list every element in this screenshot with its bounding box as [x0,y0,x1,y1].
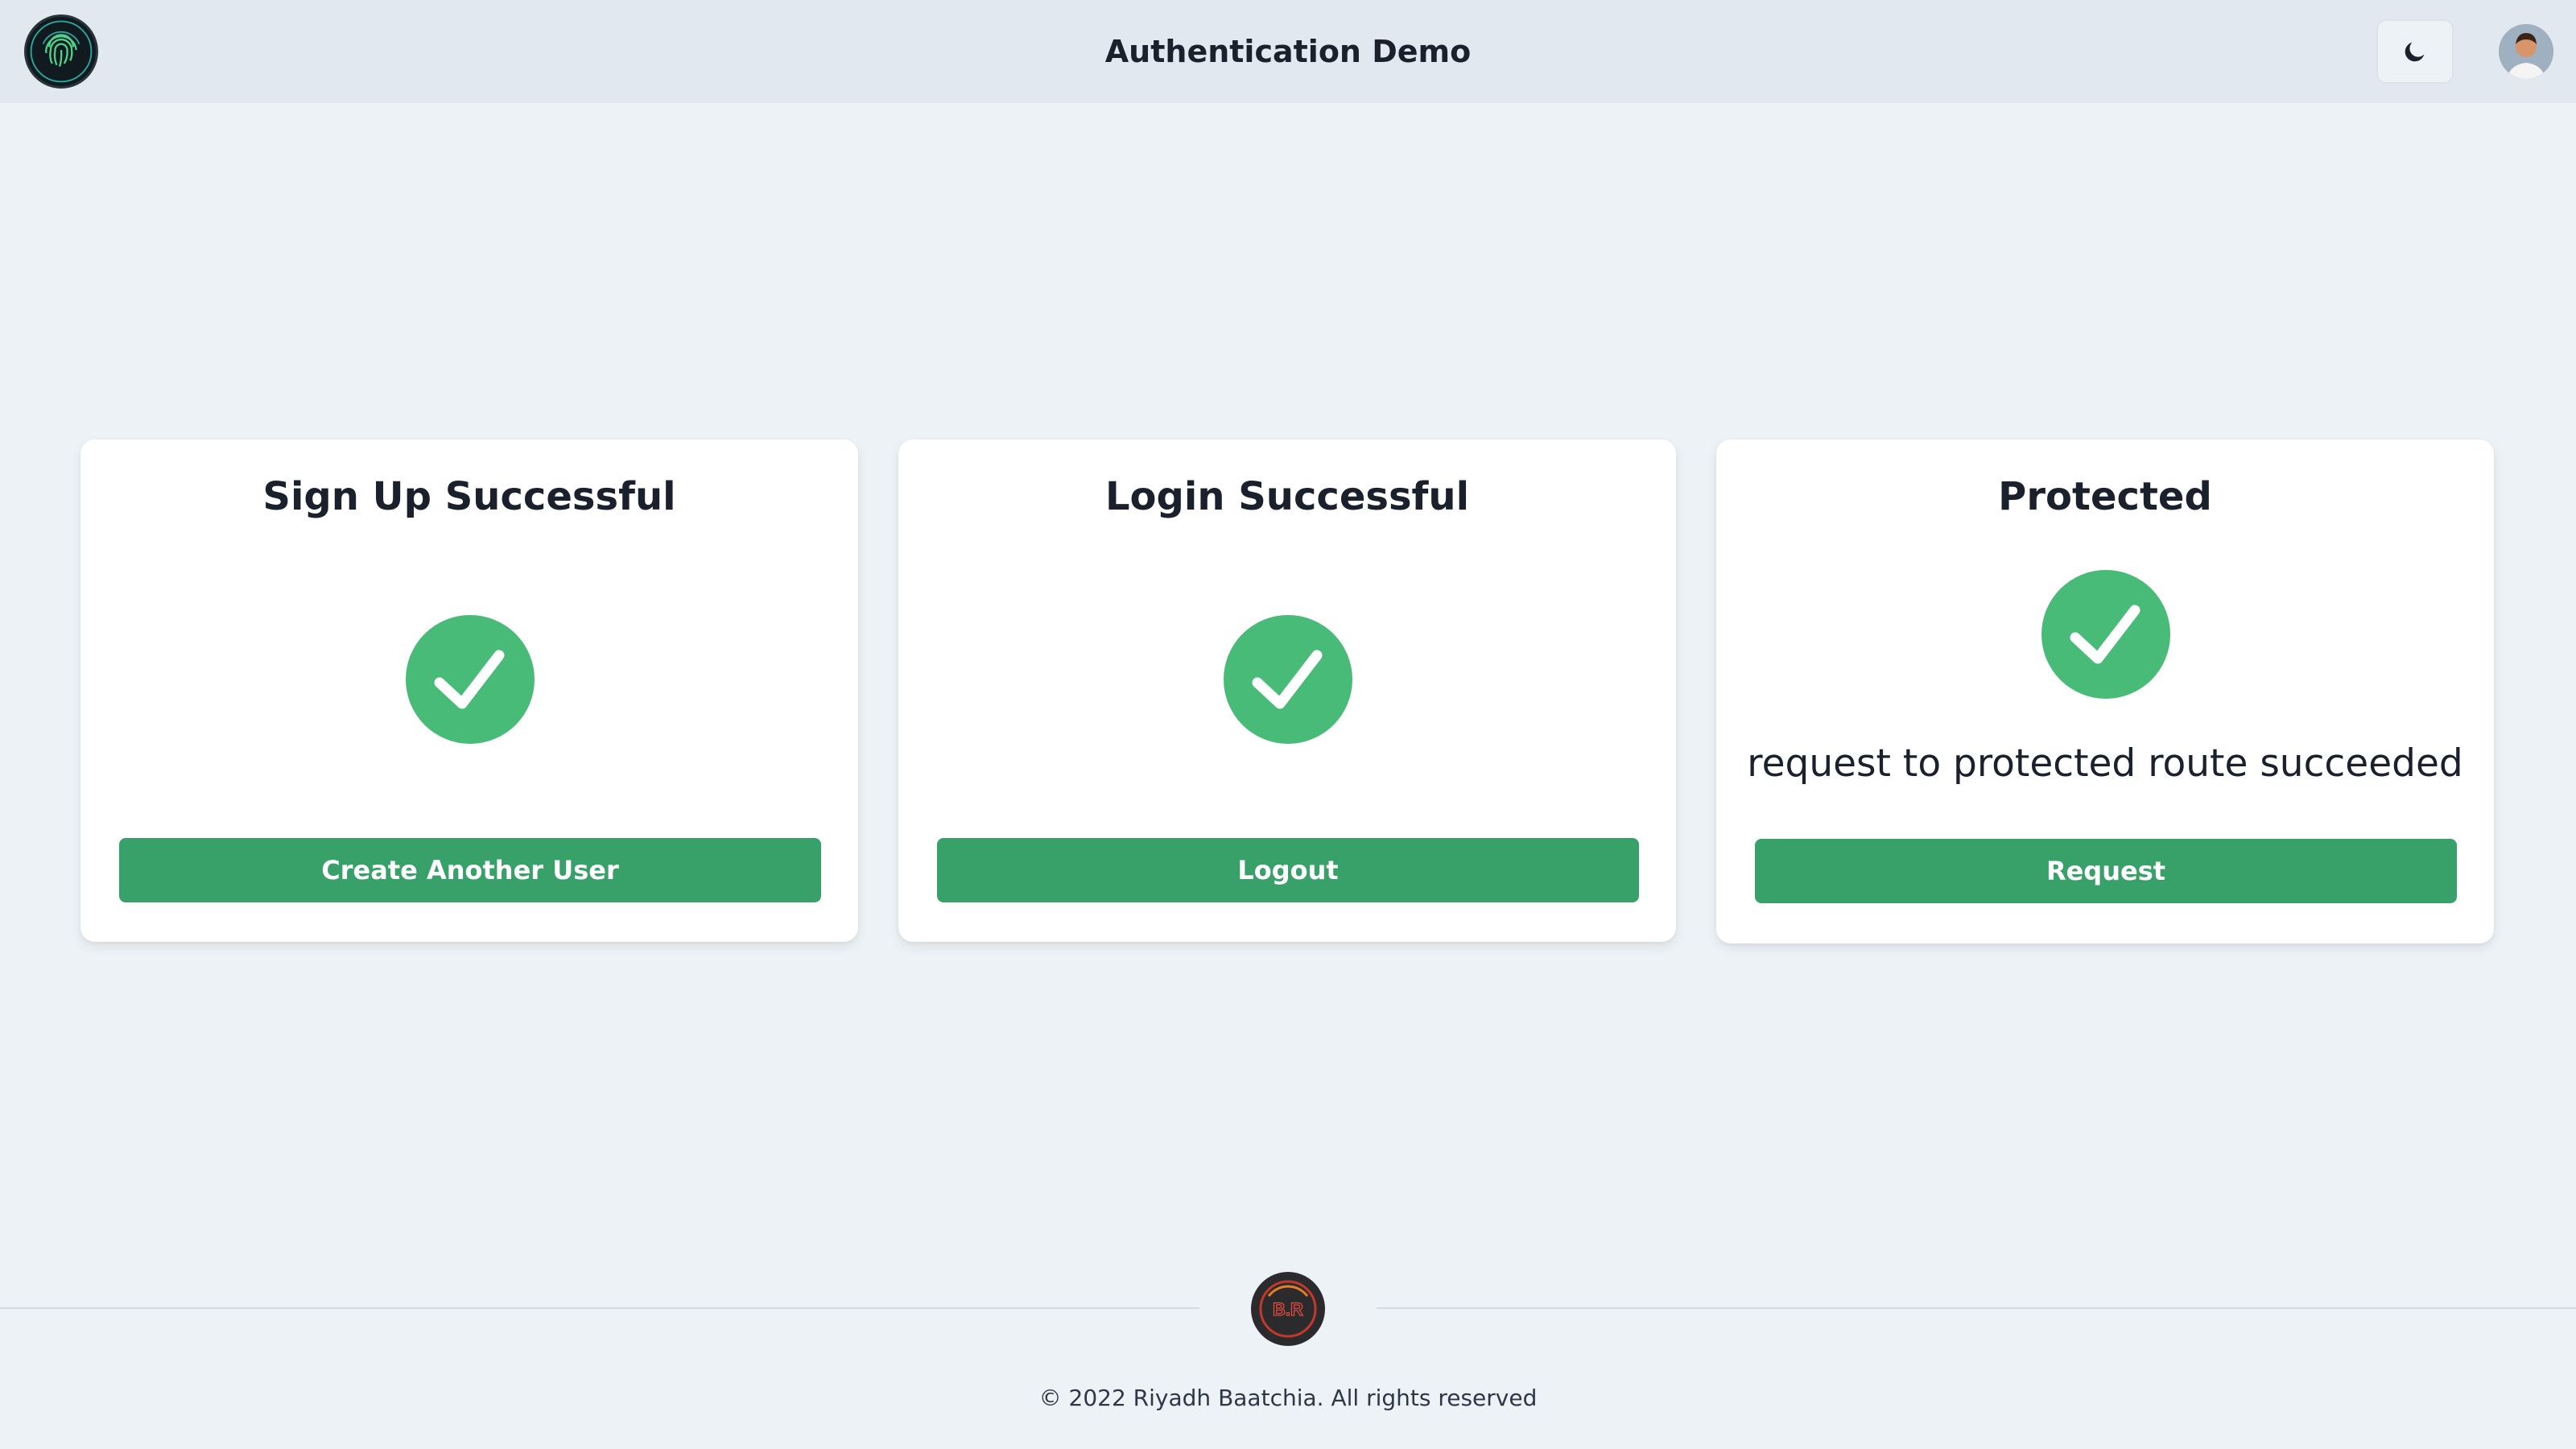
check-circle-icon [1224,615,1352,744]
protected-route-message: request to protected route succeeded [1747,741,2463,786]
request-button[interactable]: Request [1755,839,2457,903]
user-avatar[interactable] [2499,24,2553,79]
signup-card: Sign Up Successful Create Another User [80,440,858,942]
check-circle-icon [2041,570,2170,699]
card-title: Protected [1998,474,2212,519]
check-circle-icon [406,615,535,744]
card-title: Sign Up Successful [262,474,676,519]
logout-button[interactable]: Logout [937,838,1639,902]
theme-toggle-button[interactable] [2376,19,2454,84]
login-card: Login Successful Logout [898,440,1676,942]
footer-divider [1377,1307,2576,1309]
footer-divider [0,1307,1199,1309]
card-title: Login Successful [1104,474,1470,519]
footer-logo[interactable]: B.R [1251,1272,1325,1346]
app-title: Authentication Demo [1104,34,1472,69]
copyright-text: © 2022 Riyadh Baatchia. All rights reser… [1038,1385,1538,1411]
footer-logo-text: B.R [1273,1299,1303,1319]
moon-icon [2405,42,2425,62]
create-another-user-button[interactable]: Create Another User [119,838,821,902]
protected-card: Protected request to protected route suc… [1716,440,2494,943]
app-header: Authentication Demo [0,0,2576,103]
